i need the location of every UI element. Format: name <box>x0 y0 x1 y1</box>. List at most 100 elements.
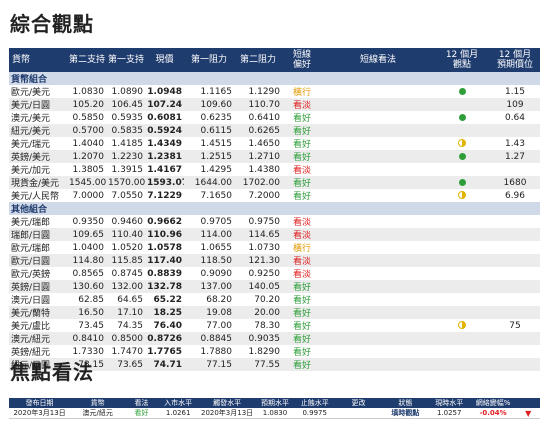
currency-pair: 英鎊/美元 <box>9 150 67 163</box>
resistance-2: 121.30 <box>234 254 282 267</box>
current-level: 1.0257 <box>428 408 470 419</box>
short-term-bias: 看好 <box>292 296 311 306</box>
short-term-view <box>322 176 434 189</box>
twelve-month-view <box>434 358 490 371</box>
table-header-row: 貨幣 第二支持 第一支持 現價 第一阻力 第二阻力 短線 偏好 短線看法 12 個月 觀點 12 個月… <box>9 48 540 72</box>
short-term-view <box>322 85 434 98</box>
short-term-bias: 看好 <box>292 114 311 124</box>
short-term-bias: 看好 <box>282 150 322 163</box>
resistance-1: 1.4295 <box>200 164 233 175</box>
short-term-bias: 看淡 <box>282 254 322 267</box>
target-price <box>490 228 540 241</box>
current-price: 1.0578 <box>147 242 182 253</box>
currency-pair: 紐元/美元 <box>9 124 67 137</box>
support-2: 62.85 <box>78 294 104 305</box>
support-1: 0.5835 <box>106 124 145 137</box>
support-2: 1.3805 <box>72 164 105 175</box>
support-2: 105.20 <box>67 98 106 111</box>
resistance-1: 68.20 <box>206 294 232 305</box>
entry-level: 1.0261 <box>157 408 199 419</box>
resistance-1: 19.08 <box>184 306 234 319</box>
current-price: 1.4167 <box>147 164 182 175</box>
currency-pair: 歐元/瑞郎 <box>11 244 51 254</box>
twelve-month-view <box>434 111 490 124</box>
target-price: 0.64 <box>504 112 526 123</box>
table-row: 澳元/日圓 62.85 64.65 65.22 68.20 70.20 看好 <box>9 293 540 307</box>
resistance-1: 137.00 <box>184 280 234 293</box>
resistance-1: 1.0655 <box>200 242 233 253</box>
current-price: 76.40 <box>153 320 182 331</box>
twelve-month-view <box>434 215 490 228</box>
target-price <box>490 293 540 306</box>
short-term-bias: 看好 <box>292 140 311 150</box>
target-price <box>490 345 540 358</box>
support-1: 1570.00 <box>106 176 145 189</box>
bullish-dot-icon <box>458 178 466 186</box>
column-header: 12 個月 預期價位 <box>490 48 540 72</box>
resistance-2: 0.9750 <box>248 216 281 227</box>
resistance-1: 0.9090 <box>200 268 233 279</box>
focus-header-row: 發布日期 貨幣 看法 入市水平 觸發水平 預期水平 止蝕水平 更改 狀態 現時水平 網絡變幅% <box>9 398 540 408</box>
table-row: 歐元/英鎊 0.8565 0.8745 0.8839 0.9090 0.9250 看淡 <box>9 267 540 281</box>
focus-table: 發布日期 貨幣 看法 入市水平 觸發水平 預期水平 止蝕水平 更改 狀態 現時水平 網絡變幅% 20… <box>9 398 540 419</box>
short-term-bias: 橫行 <box>292 244 311 254</box>
table-row: 澳元/紐元 0.8410 0.8500 0.8726 0.8845 0.9035 看好 <box>9 332 540 345</box>
focus-column-header: 貨幣 <box>70 398 126 408</box>
neutral-dot-icon <box>458 191 466 199</box>
focus-column-header: 發布日期 <box>9 398 71 408</box>
resistance-1: 109.60 <box>184 98 234 111</box>
focus-row: 2020年3月13日 澳元/紐元 看好 1.0261 2020年3月13日 1.0830 0… <box>9 408 540 419</box>
resistance-1: 118.50 <box>184 254 234 267</box>
short-term-bias: 看好 <box>282 124 322 137</box>
support-1: 0.8500 <box>106 332 145 345</box>
current-price: 0.9662 <box>147 216 182 227</box>
short-term-view <box>322 358 434 371</box>
support-2: 130.60 <box>67 280 106 293</box>
short-term-view <box>322 111 434 124</box>
currency-pair: 美元/加元 <box>11 166 51 176</box>
section-row: 其他組合 <box>9 202 540 215</box>
support-2: 1.0830 <box>72 86 105 97</box>
twelve-month-view <box>434 189 490 202</box>
resistance-2: 70.20 <box>254 294 280 305</box>
short-term-view <box>322 189 434 202</box>
support-1: 17.10 <box>106 306 145 319</box>
twelve-month-view <box>434 228 490 241</box>
short-term-bias: 看好 <box>282 280 322 293</box>
support-1: 74.35 <box>117 320 143 331</box>
resistance-2: 1.2710 <box>234 150 282 163</box>
table-row: 美元/瑞元 1.4040 1.4185 1.4349 1.4515 1.4650 看好 1.4… <box>9 137 540 151</box>
short-term-bias: 看淡 <box>292 166 311 176</box>
resistance-2: 77.55 <box>234 358 282 371</box>
short-term-view <box>322 241 434 254</box>
target-price <box>490 124 540 137</box>
target-price <box>490 267 540 280</box>
support-2: 1545.00 <box>67 176 106 189</box>
twelve-month-view <box>434 280 490 293</box>
support-1: 1.3915 <box>111 164 144 175</box>
short-term-bias: 看好 <box>292 348 311 358</box>
bullish-dot-icon <box>458 113 466 121</box>
table-row: 紐元/美元 0.5700 0.5835 0.5924 0.6115 0.6265 看好 <box>9 124 540 137</box>
twelve-month-view <box>434 241 490 254</box>
support-2: 114.80 <box>67 254 106 267</box>
short-term-bias: 看好 <box>292 322 311 332</box>
current-price: 18.25 <box>145 306 184 319</box>
support-1: 1.0520 <box>111 242 144 253</box>
target-price: 1.15 <box>504 86 526 97</box>
current-price: 1593.07 <box>145 176 184 189</box>
resistance-2: 110.70 <box>234 98 282 111</box>
support-1: 64.65 <box>117 294 143 305</box>
trigger-level: 2020年3月13日 <box>198 408 256 419</box>
resistance-2: 0.9035 <box>234 332 282 345</box>
twelve-month-view <box>434 293 490 306</box>
resistance-2: 1702.00 <box>234 176 282 189</box>
resistance-2: 1.0730 <box>248 242 281 253</box>
twelve-month-view <box>434 137 490 150</box>
support-1: 1.0890 <box>111 86 144 97</box>
currency-pair: 美元/人民幣 <box>11 192 60 202</box>
current-price: 1.2381 <box>145 150 184 163</box>
currency-pair: 歐元/美元 <box>11 88 51 98</box>
current-price: 74.71 <box>145 358 184 371</box>
currency-pair: 美元/日圓 <box>9 98 67 111</box>
